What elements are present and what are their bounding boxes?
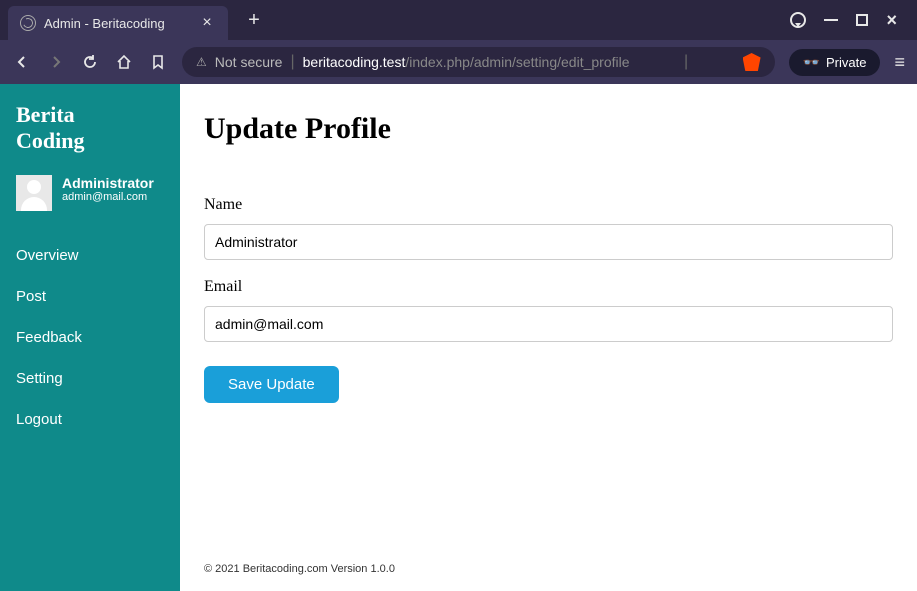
sidebar-item-overview[interactable]: Overview [16, 235, 164, 276]
brand-line1: Berita [16, 102, 164, 128]
reload-icon[interactable] [80, 54, 100, 70]
back-icon[interactable] [12, 55, 32, 69]
sidebar-item-feedback[interactable]: Feedback [16, 317, 164, 358]
private-label: Private [826, 55, 866, 70]
browser-tab[interactable]: Admin - Beritacoding × [8, 6, 228, 40]
main-content: Update Profile Name Email Save Update © … [180, 84, 917, 591]
name-input[interactable] [204, 224, 893, 260]
brand: Berita Coding [16, 102, 164, 155]
globe-icon [20, 15, 36, 31]
sidebar-item-post[interactable]: Post [16, 276, 164, 317]
close-icon[interactable]: × [198, 14, 216, 32]
tab-title: Admin - Beritacoding [44, 16, 190, 31]
app-container: Berita Coding Administrator admin@mail.c… [0, 84, 917, 591]
bookmark-icon[interactable] [148, 54, 168, 70]
glasses-icon: 👓 [803, 54, 820, 71]
minimize-icon[interactable] [824, 19, 838, 21]
email-input[interactable] [204, 306, 893, 342]
url-separator: | [290, 53, 294, 71]
tab-bar: Admin - Beritacoding × + × [0, 0, 917, 40]
sidebar-item-setting[interactable]: Setting [16, 358, 164, 399]
form-group-name: Name [204, 196, 893, 260]
brave-icon[interactable] [743, 53, 761, 71]
shields-icon[interactable] [790, 12, 806, 28]
sidebar-item-logout[interactable]: Logout [16, 399, 164, 440]
new-tab-button[interactable]: + [240, 6, 268, 34]
avatar [16, 175, 52, 211]
name-label: Name [204, 196, 893, 214]
private-badge[interactable]: 👓 Private [789, 49, 881, 76]
menu-icon[interactable]: ≡ [894, 52, 905, 73]
window-close-icon[interactable]: × [886, 10, 897, 31]
address-bar: ⚠ Not secure | beritacoding.test/index.p… [0, 40, 917, 84]
brand-line2: Coding [16, 128, 164, 154]
url-text: beritacoding.test/index.php/admin/settin… [303, 54, 630, 70]
window-controls: × [790, 10, 909, 31]
forward-icon[interactable] [46, 55, 66, 69]
browser-chrome: Admin - Beritacoding × + × ⚠ Not secure … [0, 0, 917, 84]
warning-icon: ⚠ [196, 55, 207, 69]
email-label: Email [204, 278, 893, 296]
form-group-email: Email [204, 278, 893, 342]
page-title: Update Profile [204, 112, 893, 146]
save-update-button[interactable]: Save Update [204, 366, 339, 403]
maximize-icon[interactable] [856, 14, 868, 26]
footer-text: © 2021 Beritacoding.com Version 1.0.0 [204, 563, 893, 581]
security-label: Not secure [215, 54, 283, 70]
url-input[interactable]: ⚠ Not secure | beritacoding.test/index.p… [182, 47, 775, 77]
sidebar: Berita Coding Administrator admin@mail.c… [0, 84, 180, 591]
profile-email: admin@mail.com [62, 191, 154, 203]
home-icon[interactable] [114, 54, 134, 70]
profile-info: Administrator admin@mail.com [62, 175, 154, 211]
profile-block: Administrator admin@mail.com [16, 175, 164, 211]
profile-name: Administrator [62, 175, 154, 191]
url-separator-end: | [684, 53, 688, 71]
